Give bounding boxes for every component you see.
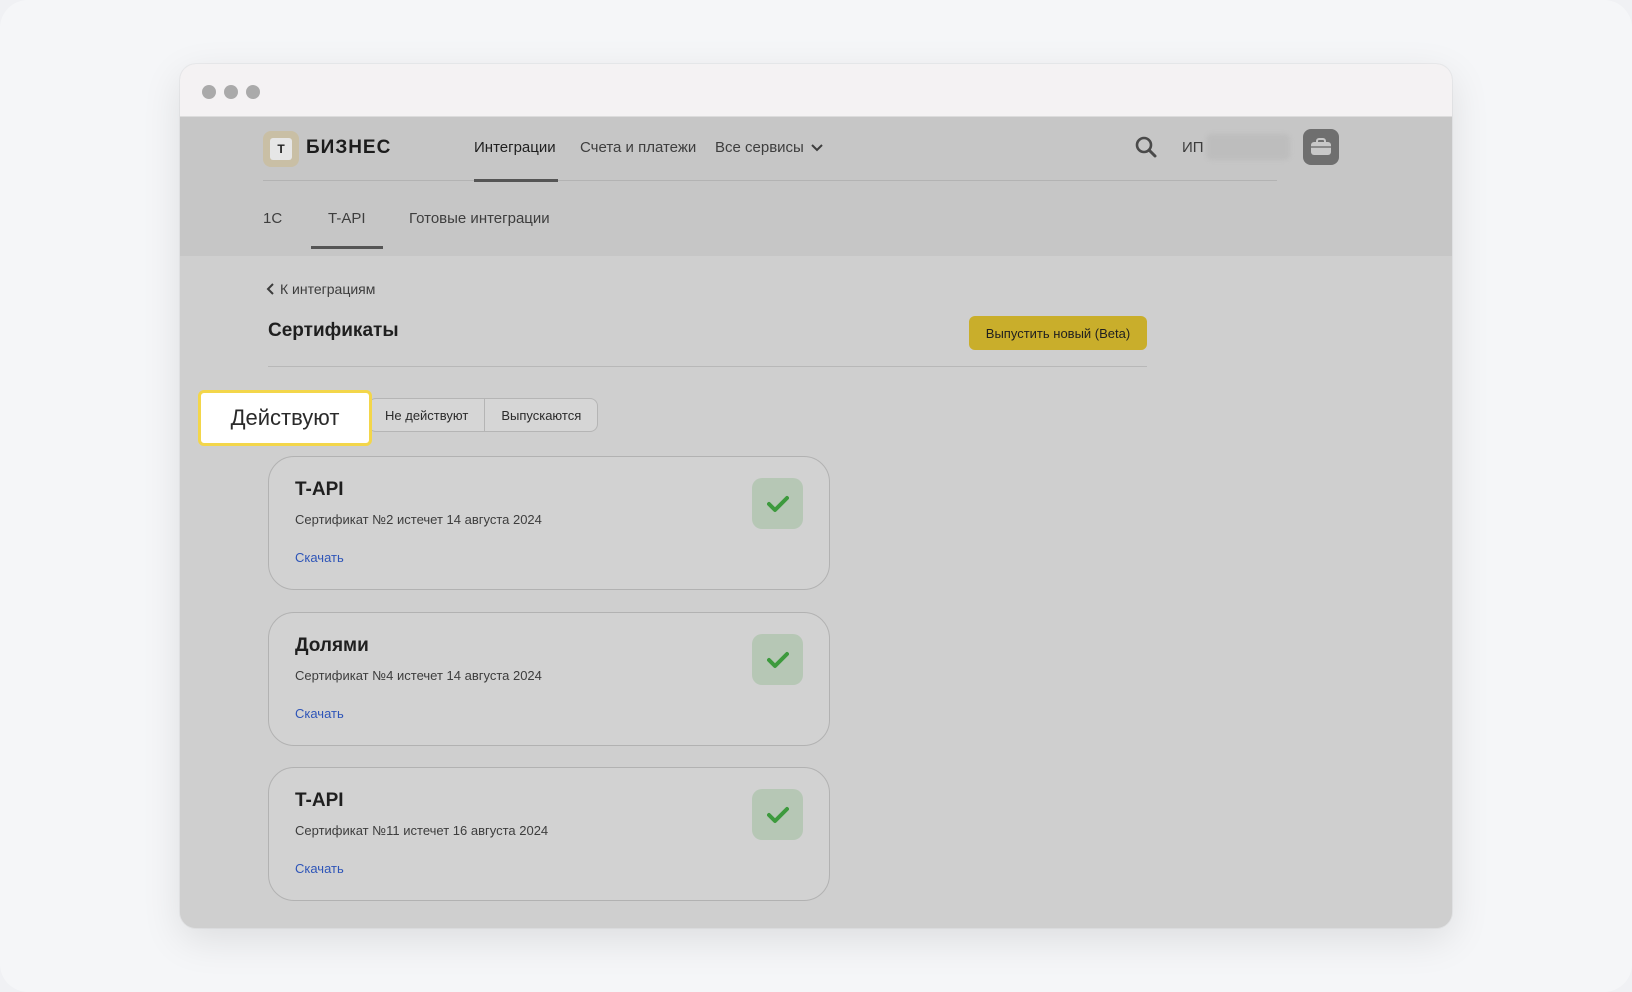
user-name-redacted[interactable] [1206,134,1290,160]
tab-inactive[interactable]: Не действуют [369,399,484,431]
download-link[interactable]: Скачать [295,706,344,721]
download-link[interactable]: Скачать [295,861,344,876]
back-link[interactable]: К интеграциям [266,281,375,297]
subnav-active-indicator [311,246,383,249]
logo-letter: Т [270,138,292,160]
subnav-item-1c[interactable]: 1С [263,210,282,227]
user-prefix[interactable]: ИП [1182,139,1204,156]
tab-active[interactable]: Действуют [198,390,372,446]
search-icon[interactable] [1134,135,1158,159]
status-badge [752,634,803,685]
window-titlebar [180,64,1452,117]
avatar[interactable] [1303,129,1339,165]
screenshot-frame: Т БИЗНЕС Интеграции Счета и платежи Все … [0,0,1632,992]
nav-item-all-services-label: Все сервисы [715,139,804,156]
status-badge [752,789,803,840]
app-header: Т БИЗНЕС Интеграции Счета и платежи Все … [180,117,1452,256]
window-minimize-dot[interactable] [224,85,238,99]
nav-divider [263,180,1277,181]
briefcase-icon [1311,138,1331,155]
certificate-card: Долями Сертификат №4 истечет 14 августа … [268,612,830,746]
certificate-title: T-API [295,790,344,811]
download-link[interactable]: Скачать [295,550,344,565]
issue-new-button[interactable]: Выпустить новый (Beta) [969,316,1147,350]
main-content: К интеграциям Сертификаты Выпустить новы… [180,256,1452,928]
status-tabs: Не действуют Выпускаются [368,398,599,432]
nav-active-indicator [474,179,558,182]
check-icon [766,495,789,512]
certificate-card: T-API Сертификат №11 истечет 16 августа … [268,767,830,901]
check-icon [766,806,789,823]
page-title: Сертификаты [268,320,399,341]
window-zoom-dot[interactable] [246,85,260,99]
chevron-left-icon [266,283,274,295]
nav-item-integrations[interactable]: Интеграции [474,139,556,156]
chevron-down-icon [811,144,823,152]
back-link-label: К интеграциям [280,281,376,297]
window-close-dot[interactable] [202,85,216,99]
nav-item-accounts[interactable]: Счета и платежи [580,139,696,156]
certificate-expiry: Сертификат №2 истечет 14 августа 2024 [295,512,542,527]
check-icon [766,651,789,668]
certificate-title: T-API [295,479,344,500]
subnav-item-ready-integrations[interactable]: Готовые интеграции [409,210,550,227]
certificate-expiry: Сертификат №4 истечет 14 августа 2024 [295,668,542,683]
logo-icon[interactable]: Т [263,131,299,167]
title-divider [268,366,1147,367]
certificate-card: T-API Сертификат №2 истечет 14 августа 2… [268,456,830,590]
tab-pending[interactable]: Выпускаются [484,399,597,431]
logo-text[interactable]: БИЗНЕС [306,137,391,159]
certificate-title: Долями [295,635,369,656]
browser-window: Т БИЗНЕС Интеграции Счета и платежи Все … [180,64,1452,928]
nav-item-all-services[interactable]: Все сервисы [715,139,824,156]
certificate-expiry: Сертификат №11 истечет 16 августа 2024 [295,823,549,838]
subnav-item-t-api[interactable]: T-API [328,210,366,227]
status-badge [752,478,803,529]
